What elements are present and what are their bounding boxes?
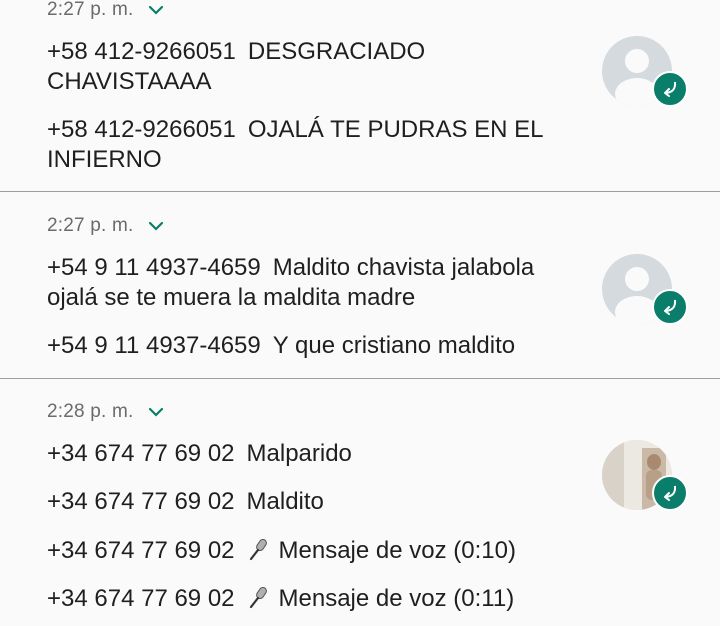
notification-group-3[interactable]: 2:28 p. m. +34 674 77 69 02 Malparido +34… <box>0 379 720 626</box>
notification-group-1[interactable]: 2:27 p. m. +58 412-9266051 DESGRACIADO CH… <box>0 0 720 192</box>
notification-time: 2:28 p. m. <box>47 401 134 422</box>
message-sender: +54 9 11 4937-4659 <box>47 332 261 359</box>
message-item[interactable]: +34 674 77 69 02 Mensaje de voz (0:11) <box>47 584 587 614</box>
reply-button[interactable] <box>652 71 688 107</box>
chevron-down-icon[interactable] <box>148 4 164 16</box>
message-item[interactable]: +54 9 11 4937-4659 Y que cristiano maldit… <box>47 331 587 361</box>
message-item[interactable]: +58 412-9266051 DESGRACIADO CHAVISTAAAA <box>47 37 587 97</box>
reply-icon <box>664 81 677 97</box>
message-sender: +34 674 77 69 02 <box>47 440 235 467</box>
message-sender: +58 412-9266051 <box>47 38 236 65</box>
message-sender: +34 674 77 69 02 <box>47 488 235 515</box>
notification-time: 2:27 p. m. <box>47 0 134 20</box>
message-sender: +54 9 11 4937-4659 <box>47 254 261 281</box>
microphone-icon <box>249 538 267 561</box>
message-text: Malparido <box>246 440 352 467</box>
message-text: Mensaje de voz (0:11) <box>278 585 515 612</box>
message-sender: +34 674 77 69 02 <box>47 537 235 564</box>
message-text: Y que cristiano maldito <box>272 332 516 359</box>
message-sender: +34 674 77 69 02 <box>47 585 235 612</box>
message-item[interactable]: +34 674 77 69 02 Mensaje de voz (0:10) <box>47 536 587 566</box>
notification-header[interactable]: 2:28 p. m. <box>47 400 164 424</box>
reply-icon <box>664 485 677 501</box>
notification-header[interactable]: 2:27 p. m. <box>47 0 164 22</box>
message-sender: +58 412-9266051 <box>47 116 236 143</box>
chevron-down-icon[interactable] <box>148 220 164 232</box>
notification-time: 2:27 p. m. <box>47 215 134 236</box>
message-text: Mensaje de voz (0:10) <box>278 537 516 564</box>
message-item[interactable]: +58 412-9266051 OJALÁ TE PUDRAS EN EL INF… <box>47 115 587 175</box>
notification-group-2[interactable]: 2:27 p. m. +54 9 11 4937-4659 Maldito cha… <box>0 192 720 379</box>
message-item[interactable]: +34 674 77 69 02 Maldito <box>47 487 587 517</box>
message-text: Maldito <box>246 488 324 515</box>
message-item[interactable]: +34 674 77 69 02 Malparido <box>47 439 587 469</box>
reply-button[interactable] <box>652 289 688 325</box>
reply-icon <box>664 299 677 315</box>
reply-button[interactable] <box>652 475 688 511</box>
chevron-down-icon[interactable] <box>148 406 164 418</box>
message-item[interactable]: +54 9 11 4937-4659 Maldito chavista jalab… <box>47 253 587 313</box>
notification-header[interactable]: 2:27 p. m. <box>47 214 164 238</box>
microphone-icon <box>249 586 267 609</box>
